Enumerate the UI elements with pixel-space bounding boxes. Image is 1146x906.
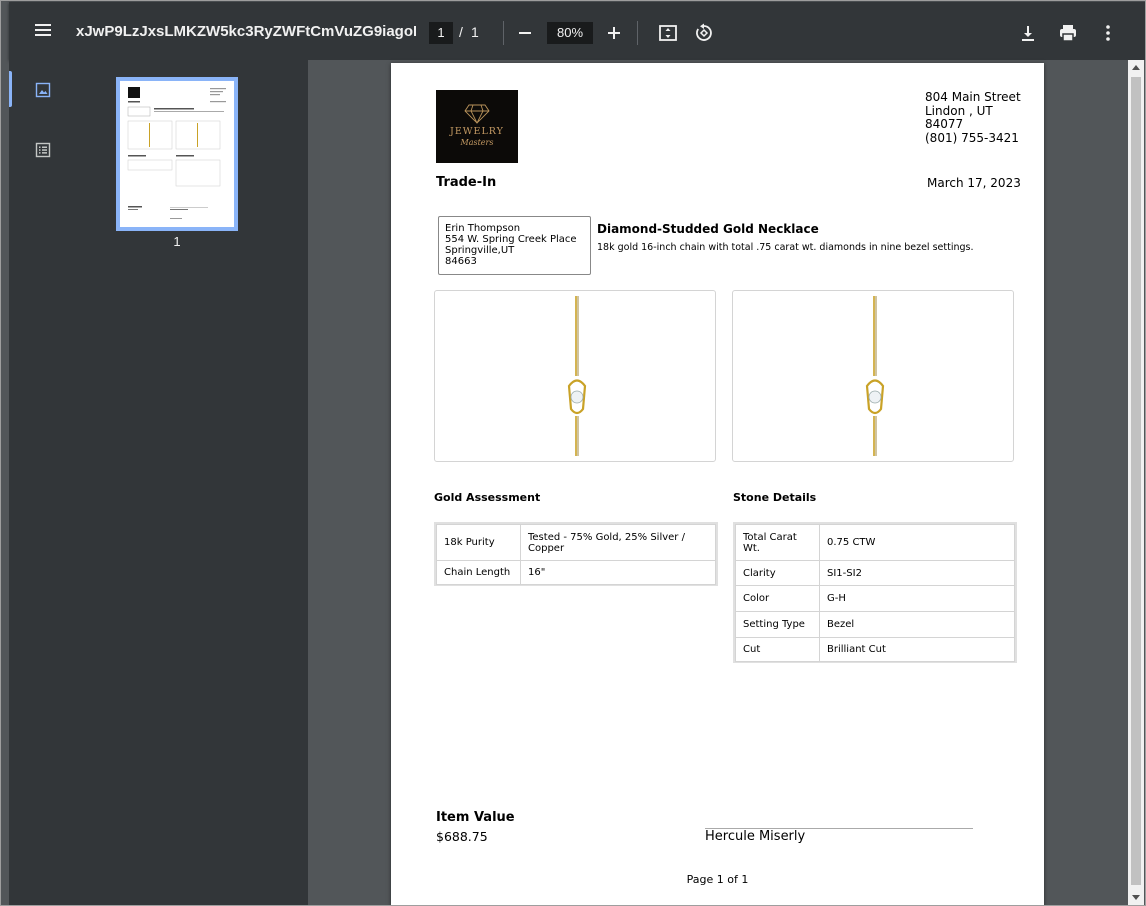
spec-value: SI1-SI2 [819, 560, 1015, 586]
table-row: Cut Brilliant Cut [735, 637, 1015, 662]
table-row: Setting Type Bezel [735, 611, 1015, 638]
toolbar: xJwP9LzJxsLMKZW5kc3RyZWFtCmVuZG9iagoKMj.… [9, 2, 1145, 60]
thumbnails-tab[interactable] [31, 78, 55, 102]
toolbar-divider [503, 21, 504, 45]
total-pages: 1 [471, 24, 479, 40]
rotate-icon [696, 23, 712, 41]
toolbar-divider [637, 21, 638, 45]
pdf-page: JEWELRY Masters 804 Main Street Lindon ,… [391, 63, 1044, 905]
spec-value: 0.75 CTW [819, 524, 1015, 561]
signature-name: Hercule Miserly [705, 829, 806, 844]
download-button[interactable] [1014, 19, 1042, 47]
pdf-viewer-window: xJwP9LzJxsLMKZW5kc3RyZWFtCmVuZG9iagoKMj.… [0, 0, 1146, 906]
customer-name: Erin Thompson [445, 223, 521, 234]
customer-address-box: Erin Thompson 554 W. Spring Creek Place … [438, 216, 591, 275]
item-value: $688.75 [436, 829, 488, 844]
outline-tab[interactable] [31, 138, 55, 162]
fit-page-button[interactable] [654, 19, 682, 47]
download-icon [1022, 26, 1034, 41]
spec-label: Chain Length [436, 560, 521, 585]
document-viewer[interactable]: JEWELRY Masters 804 Main Street Lindon ,… [308, 60, 1145, 905]
store-phone: (801) 755-3421 [925, 130, 1019, 145]
document-date: March 17, 2023 [927, 176, 1021, 190]
thumbnail-page-number: 1 [173, 234, 181, 249]
rotate-button[interactable] [690, 19, 718, 47]
spec-value: Brilliant Cut [819, 637, 1015, 662]
customer-street: 554 W. Spring Creek Place [445, 234, 577, 245]
spec-value: G-H [819, 585, 1015, 612]
necklace-image-1 [434, 290, 716, 462]
scroll-up-arrow-icon[interactable] [1132, 65, 1140, 70]
item-description: 18k gold 16-inch chain with total .75 ca… [597, 242, 974, 253]
scrollbar-thumb[interactable] [1131, 77, 1141, 885]
logo-text-bottom: Masters [460, 138, 494, 147]
page-separator: / [459, 24, 463, 40]
store-city-state: Lindon , UT [925, 103, 993, 118]
store-address: 804 Main Street Lindon , UT 84077 (801) … [925, 90, 1021, 145]
necklace-image-2 [732, 290, 1014, 462]
spec-value: Tested - 75% Gold, 25% Silver / Copper [520, 524, 716, 561]
spec-label: Cut [735, 637, 820, 662]
zoom-out-icon [519, 32, 531, 34]
customer-zip: 84663 [445, 256, 477, 267]
page-thumbnail[interactable] [116, 77, 238, 231]
spec-label: Total Carat Wt. [735, 524, 820, 561]
page-number-input[interactable]: 1 [429, 22, 453, 44]
gold-assessment-title: Gold Assessment [434, 491, 541, 504]
spec-label: 18k Purity [436, 524, 521, 561]
store-zip: 84077 [925, 117, 964, 131]
zoom-in-icon [608, 27, 620, 39]
jewelry-masters-logo: JEWELRY Masters [436, 90, 518, 163]
zoom-in-button[interactable] [600, 19, 628, 47]
table-row: Clarity SI1-SI2 [735, 560, 1015, 586]
table-row: Total Carat Wt. 0.75 CTW [735, 524, 1015, 561]
logo-text-top: JEWELRY [449, 126, 504, 137]
spec-value: 16" [520, 560, 716, 585]
spec-label: Clarity [735, 560, 820, 586]
fit-page-icon [659, 25, 677, 41]
scroll-down-arrow-icon[interactable] [1132, 895, 1140, 900]
spec-label: Setting Type [735, 611, 820, 638]
stone-details-table: Total Carat Wt. 0.75 CTW Clarity SI1-SI2… [735, 524, 1015, 662]
sidebar: 1 [9, 60, 308, 905]
thumbnails-icon [35, 82, 51, 98]
thumbnail-preview [127, 87, 226, 219]
customer-city-state: Springville,UT [445, 245, 515, 256]
spec-label: Color [735, 585, 820, 612]
table-row: Color G-H [735, 585, 1015, 612]
more-vert-icon [1106, 25, 1110, 41]
spec-value: Bezel [819, 611, 1015, 638]
outline-icon [35, 142, 51, 158]
item-value-label: Item Value [436, 810, 515, 825]
gold-assessment-table: 18k Purity Tested - 75% Gold, 25% Silver… [436, 524, 716, 585]
active-tab-indicator [9, 71, 12, 107]
table-row: 18k Purity Tested - 75% Gold, 25% Silver… [436, 524, 716, 561]
stone-details-title: Stone Details [733, 491, 817, 504]
page-footer: Page 1 of 1 [686, 873, 749, 886]
zoom-level-input[interactable]: 80% [547, 22, 593, 44]
print-button[interactable] [1054, 19, 1082, 47]
document-title: xJwP9LzJxsLMKZW5kc3RyZWFtCmVuZG9iagoKMj.… [76, 23, 416, 40]
zoom-out-button[interactable] [511, 19, 539, 47]
vertical-scrollbar[interactable] [1128, 60, 1144, 905]
item-name: Diamond-Studded Gold Necklace [597, 222, 819, 236]
store-street: 804 Main Street [925, 90, 1021, 104]
print-icon [1060, 25, 1076, 42]
menu-icon[interactable] [31, 21, 55, 43]
more-options-button[interactable] [1094, 19, 1122, 47]
table-row: Chain Length 16" [436, 560, 716, 585]
document-heading: Trade-In [436, 175, 497, 190]
